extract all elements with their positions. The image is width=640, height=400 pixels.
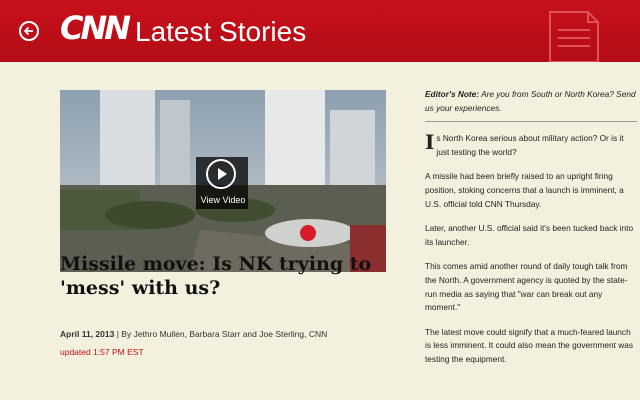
article-byline: By Jethro Mullen, Barbara Starr and Joe … xyxy=(121,329,328,339)
paragraph-1: Is North Korea serious about military ac… xyxy=(425,130,624,157)
editors-note-label: Editor's Note: xyxy=(425,89,480,99)
page-title: Latest Stories xyxy=(135,16,307,47)
back-arrow-icon[interactable] xyxy=(19,21,39,41)
cnn-logo[interactable]: CNN xyxy=(60,9,131,47)
app-header: CNN Latest Stories xyxy=(0,0,640,62)
editors-note: Editor's Note: Are you from South or Nor… xyxy=(425,88,637,115)
article-body: Editor's Note: Are you from South or Nor… xyxy=(425,88,637,378)
article-date: April 11, 2013 xyxy=(60,329,115,339)
updated-timestamp: updated 1:57 PM EST xyxy=(60,347,144,357)
view-video-label[interactable]: View Video xyxy=(200,195,246,205)
document-icon[interactable] xyxy=(546,8,602,62)
drop-cap: I xyxy=(425,130,435,155)
article-meta: April 11, 2013 | By Jethro Mullen, Barba… xyxy=(60,329,327,339)
paragraph-4: This comes amid another round of daily t… xyxy=(425,261,628,313)
paragraph-3: Later, another U.S. official said it's b… xyxy=(425,223,634,247)
article-headline: Missile move: Is NK trying to 'mess' wit… xyxy=(60,253,372,299)
paragraph-2: A missile had been briefly raised to an … xyxy=(425,171,624,209)
play-icon[interactable] xyxy=(206,159,236,189)
divider xyxy=(425,121,637,123)
paragraph-5: The latest move could signify that a muc… xyxy=(425,326,633,364)
